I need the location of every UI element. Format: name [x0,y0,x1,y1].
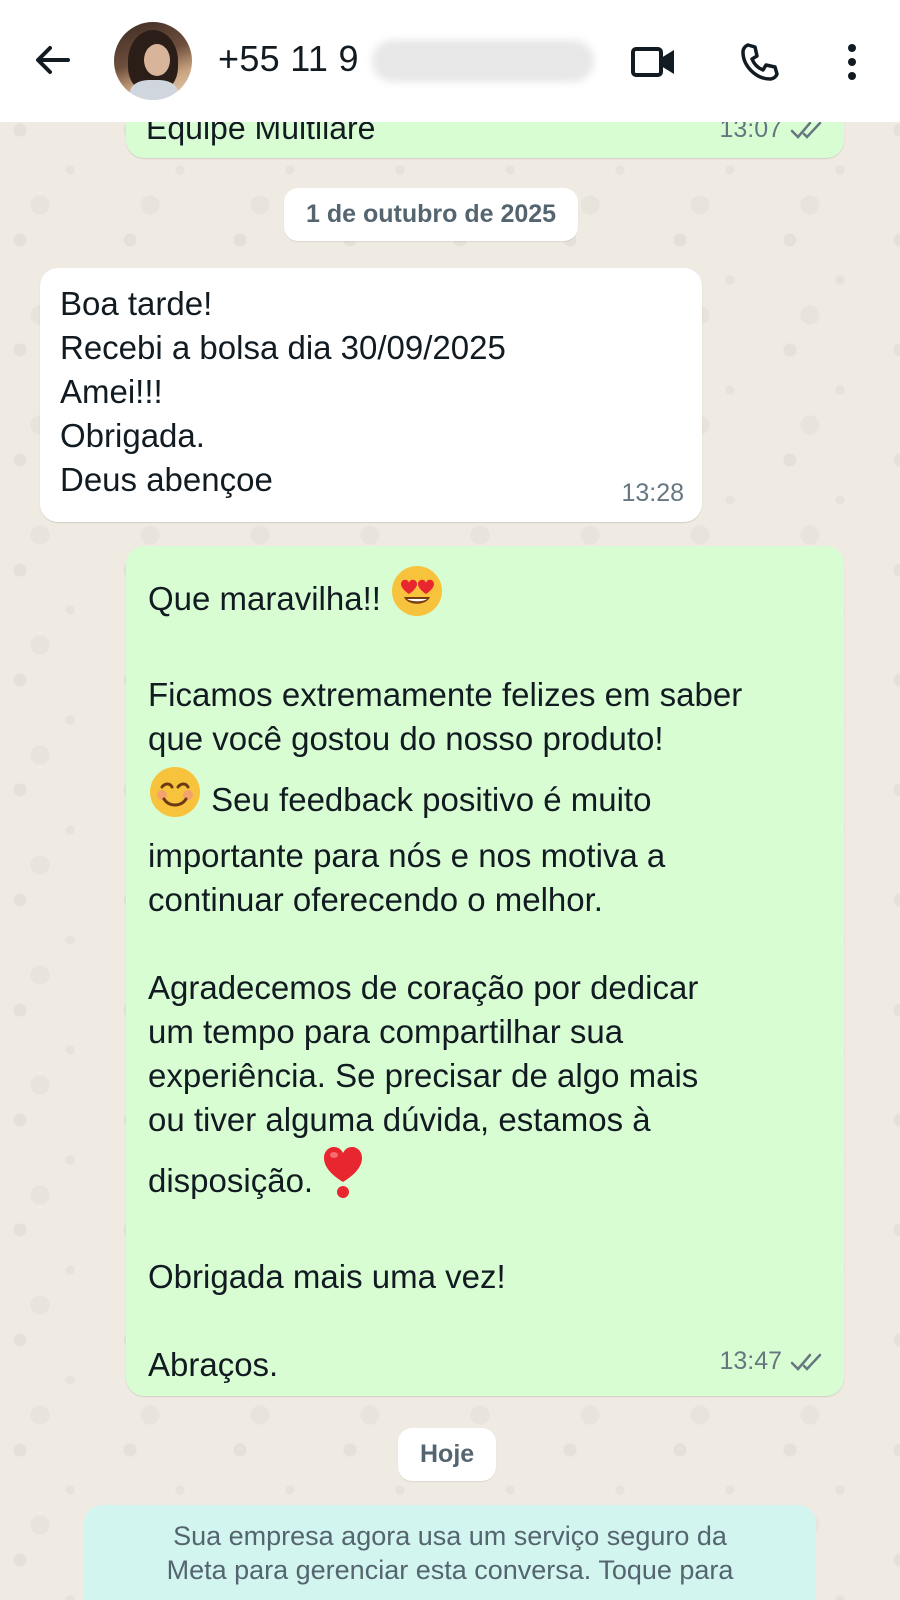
redacted-number-blur [372,40,594,82]
message-text: Agradecemos de coração por dedicar um te… [148,969,699,1138]
smiling-face-emoji-icon [148,765,202,830]
contact-name[interactable]: +55 11 9 [218,38,359,80]
back-arrow-icon[interactable] [30,38,74,82]
video-call-icon[interactable] [630,38,678,86]
phone-call-icon[interactable] [736,38,784,86]
message-line: disposição. [148,1144,828,1211]
message-time: 13:47 [719,1347,782,1375]
chat-header: +55 11 9 [0,0,900,122]
message-line: Seu feedback positivo é muito [148,765,828,830]
date-divider: 1 de outubro de 2025 [284,188,579,241]
message-text: importante para nós e nos motiva a conti… [148,837,666,918]
message-meta: 13:47 [719,1347,826,1376]
message-text: Obrigada mais uma vez! [148,1258,506,1295]
message-text: Que maravilha!! [148,580,381,617]
read-ticks-icon [790,121,822,139]
heart-eyes-emoji-icon [390,564,444,629]
message-text: Seu feedback positivo é muito [211,781,652,818]
message-text: disposição. [148,1162,314,1199]
notice-text: Sua empresa agora usa um serviço seguro … [166,1521,734,1585]
message-meta: 13:28 [621,479,684,508]
message-text: Ficamos extremamente felizes em saber qu… [148,676,743,757]
message-body: Que maravilha!! Ficamos extremamente fel… [148,564,828,1387]
message-line: Que maravilha!! [148,564,828,629]
message-bubble-outgoing[interactable]: Que maravilha!! Ficamos extremamente fel… [126,546,844,1396]
date-divider-today: Hoje [398,1428,497,1481]
heart-exclamation-emoji-icon [322,1144,364,1211]
read-ticks-icon [790,1353,822,1371]
message-bubble-incoming[interactable]: Boa tarde! Recebi a bolsa dia 30/09/2025… [40,268,702,522]
more-options-icon[interactable] [828,38,876,86]
message-text: Boa tarde! Recebi a bolsa dia 30/09/2025… [60,285,506,498]
message-time: 13:28 [621,479,684,507]
business-encryption-notice[interactable]: Sua empresa agora usa um serviço seguro … [84,1505,816,1600]
contact-avatar[interactable] [114,22,192,100]
